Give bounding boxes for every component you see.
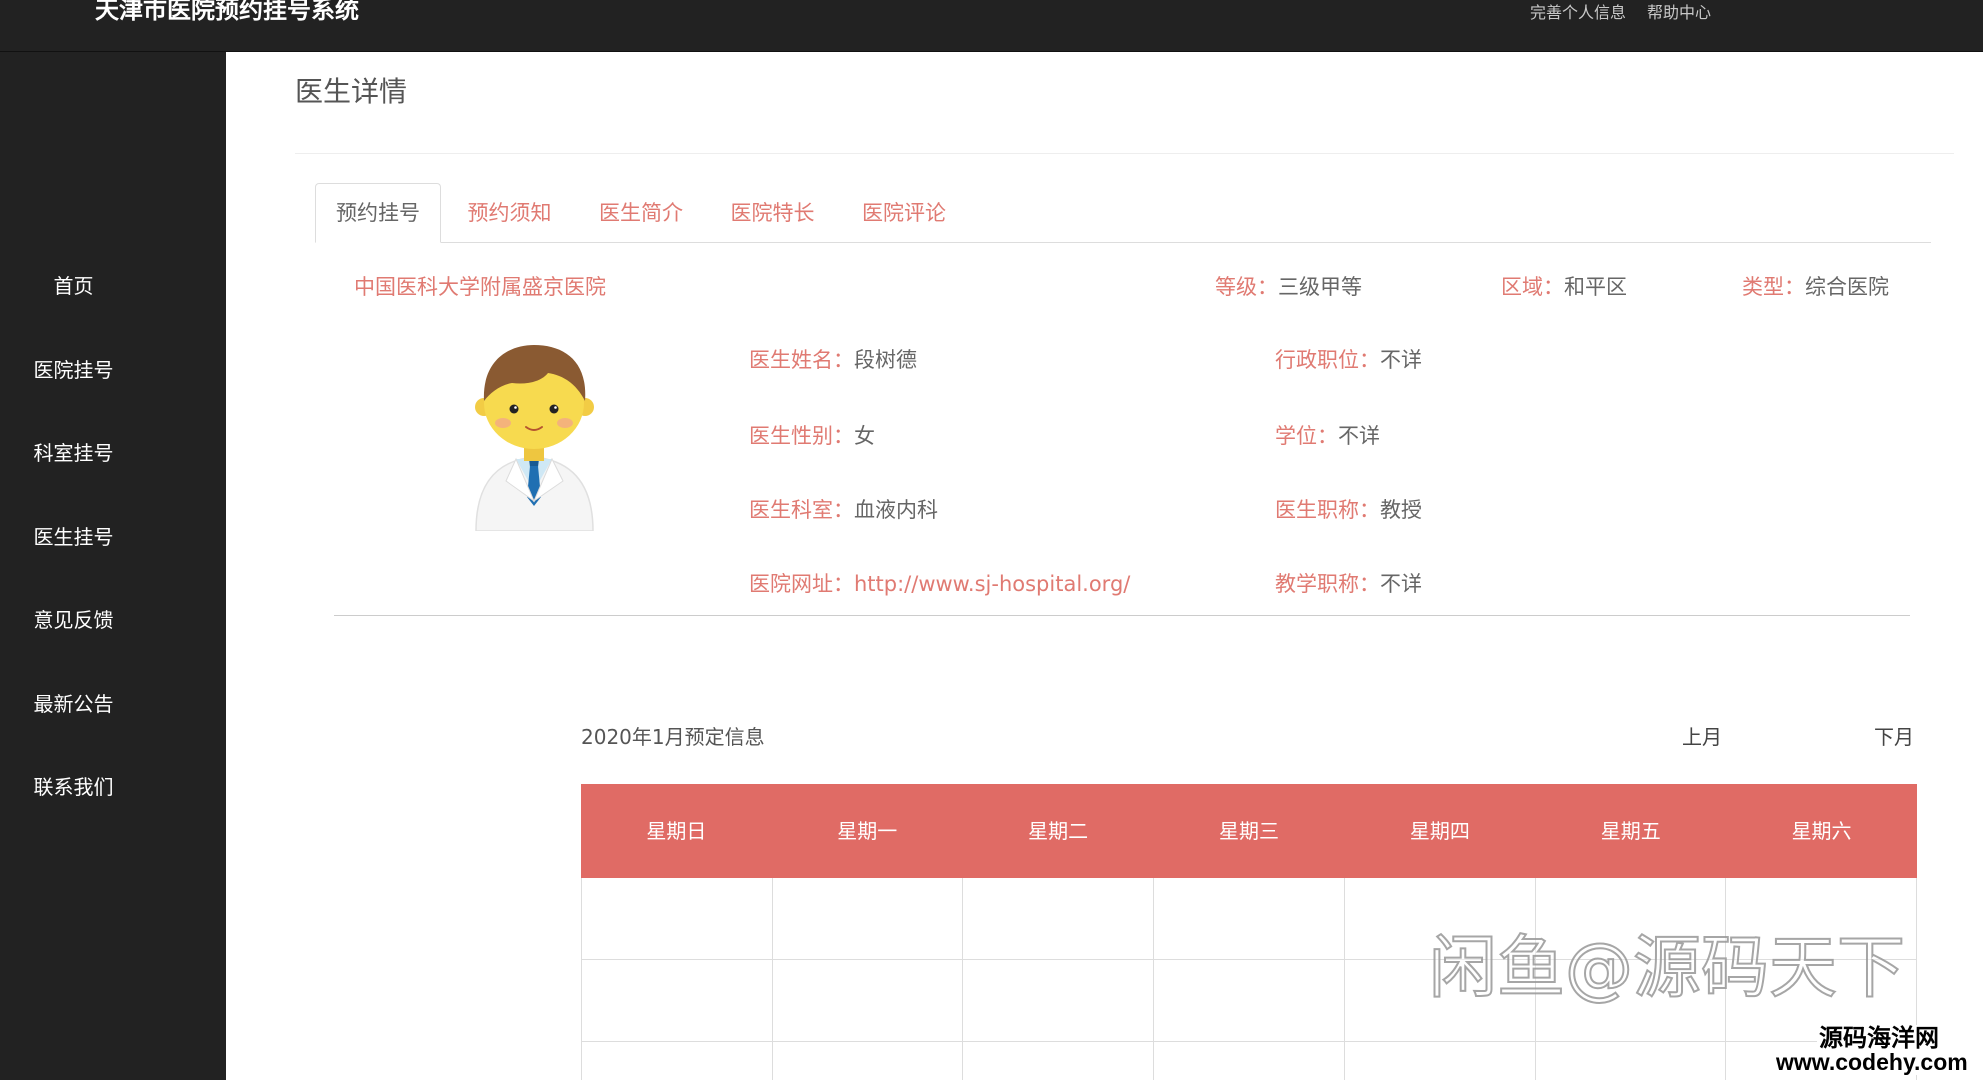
sidebar-item-doctor-registration[interactable]: 医生挂号 xyxy=(0,496,147,580)
hospital-area-value: 和平区 xyxy=(1564,275,1627,299)
field-doctor-department: 医生科室：血液内科 xyxy=(749,496,938,524)
field-label: 学位： xyxy=(1275,424,1338,448)
hospital-area-label: 区域： xyxy=(1501,275,1564,299)
calendar-cell xyxy=(1344,878,1536,960)
field-professional-title: 医生职称：教授 xyxy=(1275,496,1422,524)
field-label: 医生科室： xyxy=(749,498,854,522)
tab-bar: 预约挂号 预约须知 医生简介 医院特长 医院评论 xyxy=(315,183,1931,243)
calendar-cell xyxy=(1345,1042,1536,1080)
watermark-site-name: 源码海洋网 xyxy=(1817,1024,1941,1052)
field-degree: 学位：不详 xyxy=(1275,422,1380,450)
calendar-cell xyxy=(582,960,773,1042)
calendar-cell xyxy=(772,960,964,1042)
hospital-type-value: 综合医院 xyxy=(1805,275,1889,299)
sidebar-nav: 首页 医院挂号 科室挂号 医生挂号 意见反馈 最新公告 联系我们 xyxy=(0,245,147,830)
hospital-name: 中国医科大学附属盛京医院 xyxy=(354,275,606,299)
weekday-saturday: 星期六 xyxy=(1791,819,1852,843)
help-center-link[interactable]: 帮助中心 xyxy=(1647,2,1711,24)
field-label: 医生性别： xyxy=(749,424,854,448)
sidebar-item-hospital-registration[interactable]: 医院挂号 xyxy=(0,329,147,413)
prev-month-button[interactable]: 上月 xyxy=(1682,723,1722,751)
calendar-cell xyxy=(1344,960,1536,1042)
field-doctor-name: 医生姓名：段树德 xyxy=(749,346,917,374)
hospital-type-label: 类型： xyxy=(1742,275,1805,299)
tab-appointment[interactable]: 预约挂号 xyxy=(315,183,441,243)
calendar-cell xyxy=(772,878,964,960)
doctor-avatar-icon xyxy=(475,345,594,531)
field-hospital-website: 医院网址：http://www.sj-hospital.org/ xyxy=(749,570,1130,598)
field-value: 不详 xyxy=(1338,424,1380,448)
hospital-level-label: 等级： xyxy=(1215,275,1278,299)
weekday-tuesday: 星期二 xyxy=(1028,819,1089,843)
field-label: 行政职位： xyxy=(1275,348,1380,372)
calendar-cell xyxy=(1536,1042,1727,1080)
calendar-title: 2020年1月预定信息 xyxy=(581,725,765,749)
tab-doctor-intro[interactable]: 医生简介 xyxy=(578,183,704,243)
sidebar-item-department-registration[interactable]: 科室挂号 xyxy=(0,412,147,496)
app-window: 天津市医院预约挂号系统 完善个人信息 帮助中心 首页 医院挂号 科室挂号 医生挂… xyxy=(0,0,1983,1080)
page-title: 医生详情 xyxy=(295,75,408,108)
calendar-cell xyxy=(1535,960,1727,1042)
sidebar-item-home[interactable]: 首页 xyxy=(0,245,147,329)
field-label: 医生职称： xyxy=(1275,498,1380,522)
calendar-cell xyxy=(1154,960,1345,1042)
tab-hospital-reviews[interactable]: 医院评论 xyxy=(841,183,967,243)
weekday-wednesday: 星期三 xyxy=(1218,819,1279,843)
field-doctor-gender: 医生性别：女 xyxy=(749,422,875,450)
calendar-cell xyxy=(1154,878,1345,960)
field-value: 不详 xyxy=(1380,572,1422,596)
weekday-thursday: 星期四 xyxy=(1409,819,1470,843)
hospital-level: 等级：三级甲等 xyxy=(1215,273,1362,301)
calendar-body xyxy=(581,878,1917,1080)
tab-appointment-notice[interactable]: 预约须知 xyxy=(447,183,573,243)
field-value: 不详 xyxy=(1380,348,1422,372)
calendar-header: 星期日 星期一 星期二 星期三 星期四 星期五 星期六 xyxy=(581,784,1917,878)
calendar-cell xyxy=(1535,878,1727,960)
sidebar-item-contact[interactable]: 联系我们 xyxy=(0,746,147,830)
calendar-cell xyxy=(582,1042,773,1080)
tab-hospital-specialty[interactable]: 医院特长 xyxy=(710,183,836,243)
weekday-friday: 星期五 xyxy=(1600,819,1661,843)
field-value: 教授 xyxy=(1380,498,1422,522)
field-teaching-title: 教学职称：不详 xyxy=(1275,570,1422,598)
calendar-cell xyxy=(582,878,773,960)
watermark-site-url: www.codehy.com xyxy=(1776,1049,1968,1075)
field-admin-position: 行政职位：不详 xyxy=(1275,346,1422,374)
info-divider xyxy=(334,615,1910,616)
field-label: 医院网址： xyxy=(749,572,854,596)
booking-calendar: 星期日 星期一 星期二 星期三 星期四 星期五 星期六 xyxy=(581,784,1917,1080)
sidebar-item-announcements[interactable]: 最新公告 xyxy=(0,663,147,747)
title-divider xyxy=(295,153,1954,154)
hospital-level-value: 三级甲等 xyxy=(1278,275,1362,299)
field-label: 医生姓名： xyxy=(749,348,854,372)
field-value: 血液内科 xyxy=(854,498,938,522)
app-title[interactable]: 天津市医院预约挂号系统 xyxy=(95,0,359,25)
hospital-area: 区域：和平区 xyxy=(1501,273,1627,301)
weekday-monday: 星期一 xyxy=(837,819,898,843)
sidebar-item-feedback[interactable]: 意见反馈 xyxy=(0,579,147,663)
calendar-cell xyxy=(963,1042,1155,1080)
next-month-button[interactable]: 下月 xyxy=(1874,723,1914,751)
field-label: 教学职称： xyxy=(1275,572,1380,596)
hospital-website-link[interactable]: http://www.sj-hospital.org/ xyxy=(854,572,1130,596)
calendar-cell xyxy=(1726,878,1917,960)
hospital-type: 类型：综合医院 xyxy=(1742,273,1889,301)
complete-profile-link[interactable]: 完善个人信息 xyxy=(1530,2,1626,24)
calendar-cell xyxy=(963,878,1155,960)
field-value: 段树德 xyxy=(854,348,917,372)
calendar-cell xyxy=(773,1042,964,1080)
calendar-cell xyxy=(1154,1042,1345,1080)
top-navbar: 天津市医院预约挂号系统 完善个人信息 帮助中心 xyxy=(0,0,1983,52)
weekday-sunday: 星期日 xyxy=(646,819,707,843)
field-value: 女 xyxy=(854,424,875,448)
calendar-cell xyxy=(963,960,1155,1042)
sidebar: 首页 医院挂号 科室挂号 医生挂号 意见反馈 最新公告 联系我们 xyxy=(0,52,226,1080)
